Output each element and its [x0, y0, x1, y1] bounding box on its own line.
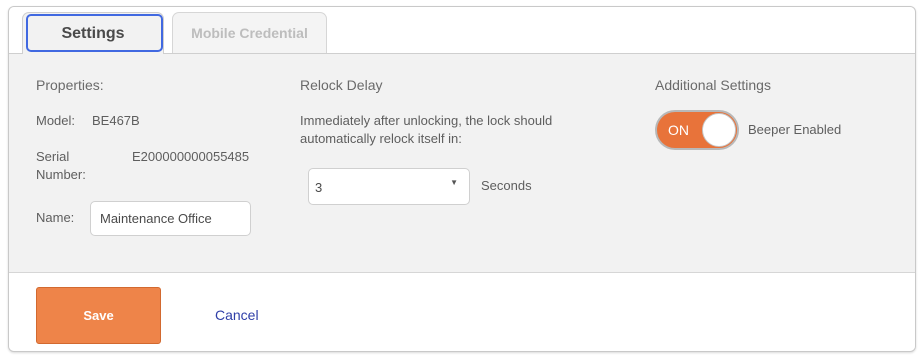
toggle-knob: [702, 113, 736, 147]
dropdown-arrow-icon: ▼: [450, 178, 458, 187]
beeper-toggle[interactable]: ON: [655, 110, 739, 150]
toggle-on-text: ON: [668, 122, 689, 138]
beeper-enabled-label: Beeper Enabled: [748, 122, 842, 137]
model-label: Model:: [36, 113, 76, 128]
properties-heading: Properties:: [36, 77, 104, 93]
tab-mobile-credential-label: Mobile Credential: [191, 25, 308, 41]
tab-bar: Settings Mobile Credential: [9, 7, 915, 54]
additional-settings-heading: Additional Settings: [655, 77, 771, 93]
relock-description-line1: Immediately after unlocking, the lock sh…: [300, 113, 553, 128]
relock-delay-value: 3: [315, 180, 323, 195]
save-button-label: Save: [83, 308, 114, 323]
settings-panel: Settings Mobile Credential Properties: M…: [8, 6, 916, 352]
name-field[interactable]: Maintenance Office: [90, 201, 251, 236]
serial-value: E200000000055485: [132, 149, 250, 164]
relock-delay-select[interactable]: 3 ▼: [308, 168, 470, 205]
relock-delay-heading: Relock Delay: [300, 77, 383, 93]
tab-settings[interactable]: Settings: [22, 12, 164, 54]
serial-label-line1: Serial: [36, 149, 70, 164]
name-label: Name:: [36, 210, 75, 225]
cancel-link[interactable]: Cancel: [215, 307, 259, 323]
save-button[interactable]: Save: [36, 287, 161, 344]
relock-description-line2: automatically relock itself in:: [300, 131, 462, 146]
name-field-value: Maintenance Office: [100, 211, 212, 226]
model-value: BE467B: [92, 113, 140, 128]
seconds-label: Seconds: [481, 178, 532, 193]
tab-mobile-credential[interactable]: Mobile Credential: [172, 12, 327, 53]
serial-label-line2: Number:: [36, 167, 86, 182]
tab-settings-label: Settings: [61, 24, 125, 42]
